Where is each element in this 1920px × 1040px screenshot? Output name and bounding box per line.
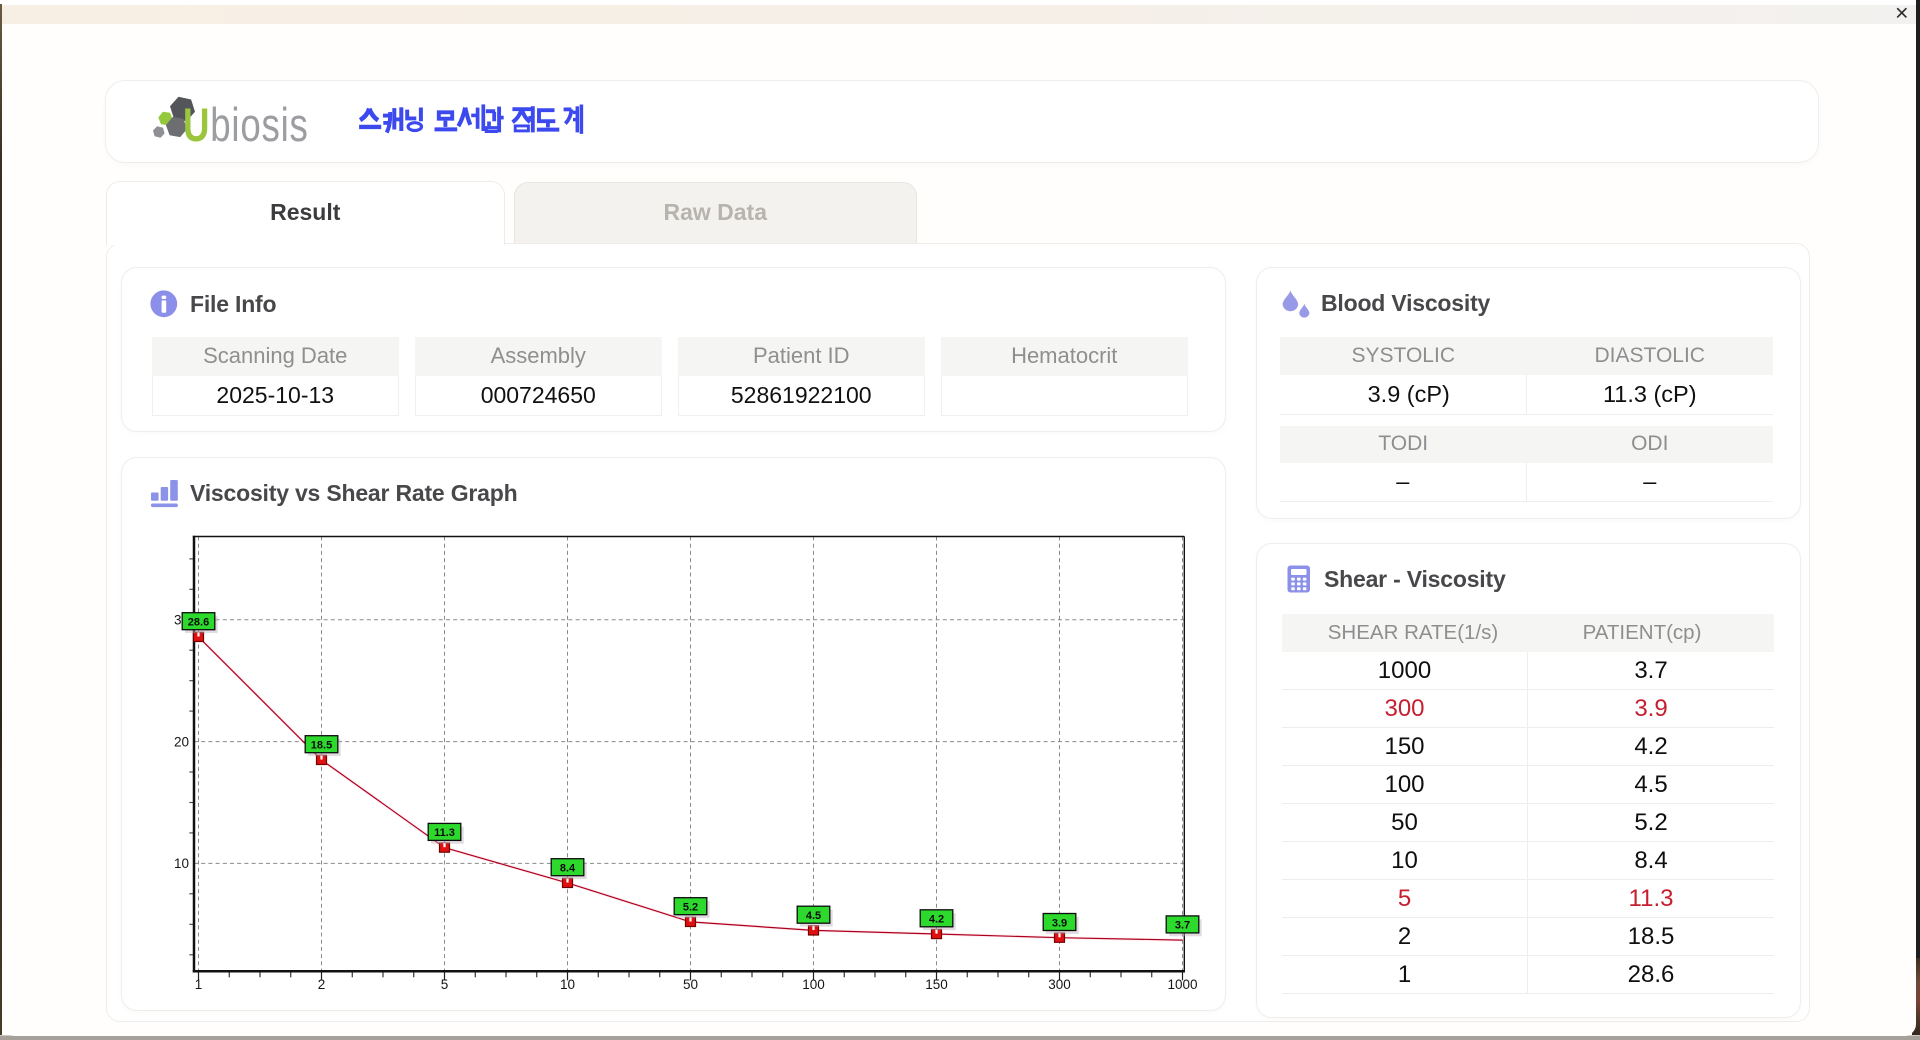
svg-text:5: 5: [441, 977, 449, 992]
svg-text:4.2: 4.2: [929, 914, 944, 926]
svg-text:10: 10: [174, 856, 189, 871]
svg-text:10: 10: [560, 977, 575, 992]
svg-text:5.2: 5.2: [683, 902, 698, 914]
svg-text:3.9: 3.9: [1052, 917, 1067, 929]
svg-text:1000: 1000: [1167, 977, 1197, 992]
svg-text:50: 50: [683, 977, 698, 992]
svg-text:3.7: 3.7: [1175, 920, 1190, 932]
svg-text:20: 20: [174, 734, 189, 749]
svg-text:2: 2: [318, 977, 326, 992]
svg-text:300: 300: [1048, 977, 1071, 992]
svg-text:8.4: 8.4: [560, 863, 576, 875]
svg-text:11.3: 11.3: [434, 827, 455, 839]
svg-text:4.5: 4.5: [806, 910, 821, 922]
svg-text:18.5: 18.5: [311, 740, 332, 752]
svg-text:150: 150: [925, 977, 948, 992]
svg-text:1: 1: [195, 977, 203, 992]
svg-text:100: 100: [802, 977, 825, 992]
svg-text:28.6: 28.6: [188, 617, 209, 629]
